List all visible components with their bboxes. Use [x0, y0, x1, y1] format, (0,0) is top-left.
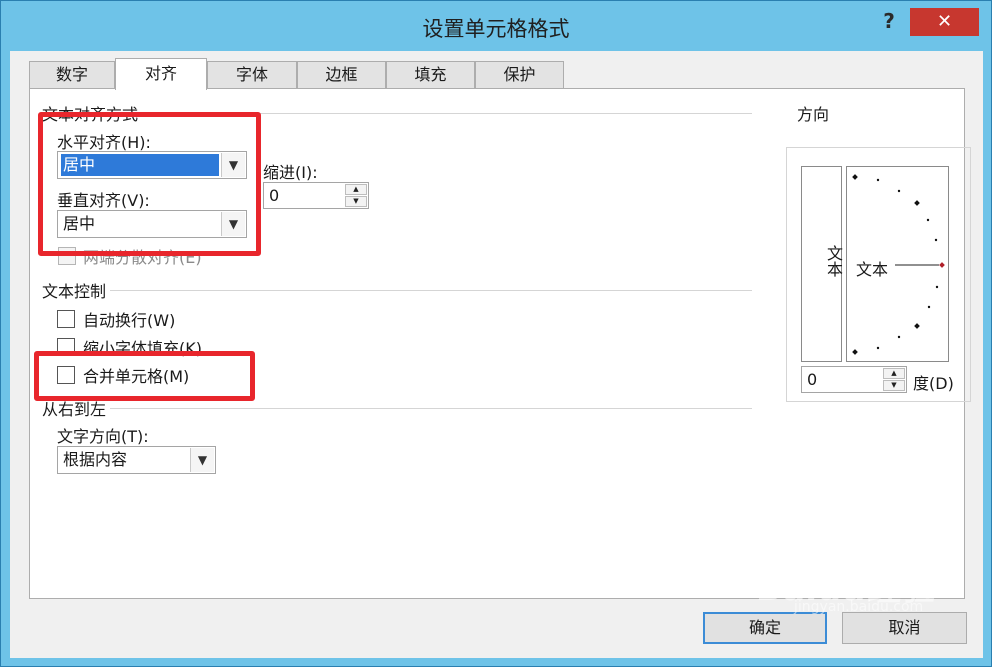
tab-number[interactable]: 数字: [29, 61, 115, 88]
spin-down-icon[interactable]: ▼: [345, 196, 367, 207]
tab-border[interactable]: 边框: [297, 61, 386, 88]
title-bar[interactable]: 设置单元格格式 ? ✕: [1, 1, 991, 53]
ok-button[interactable]: 确定: [703, 612, 827, 644]
wrap-text-label: 自动换行(W): [83, 311, 176, 330]
dial-minor-tick: [876, 178, 880, 182]
dial-major-tick: [914, 200, 920, 206]
dial-minor-tick: [897, 335, 901, 339]
dial-major-tick: [914, 323, 920, 329]
orientation-group-label: 方向: [794, 101, 833, 125]
degree-label: 度(D): [913, 374, 954, 393]
tab-fill[interactable]: 填充: [386, 61, 475, 88]
tab-font[interactable]: 字体: [207, 61, 297, 88]
dial-pointer-handle: [939, 262, 945, 268]
dial-minor-tick: [927, 305, 931, 309]
indent-stepper[interactable]: 0 ▲ ▼: [263, 182, 369, 209]
text-direction-label: 文字方向(T):: [57, 427, 149, 446]
dial-minor-tick: [897, 189, 901, 193]
spin-down-icon[interactable]: ▼: [883, 380, 905, 391]
cancel-button[interactable]: 取消: [842, 612, 967, 644]
dial-major-tick: [852, 174, 858, 180]
indent-value: 0: [269, 186, 280, 205]
group-divider: [42, 408, 752, 409]
text-direction-value: 根据内容: [63, 450, 128, 469]
text-direction-select[interactable]: 根据内容 ▼: [57, 446, 216, 474]
highlight-box-alignment: [38, 112, 261, 256]
dial-minor-tick: [926, 218, 930, 222]
dialog-window: 设置单元格格式 ? ✕ 数字 对齐 字体 边框 填充 保护 文本对齐方式 水平对…: [0, 0, 992, 667]
vertical-text-toggle[interactable]: 文本: [801, 166, 843, 362]
text-control-group-label: 文本控制: [42, 278, 111, 302]
tab-protection[interactable]: 保护: [475, 61, 564, 88]
dial-minor-tick: [934, 238, 938, 242]
dialog-title: 设置单元格格式: [422, 17, 570, 41]
highlight-box-merge-cells: [34, 351, 255, 401]
dial-minor-tick: [876, 346, 880, 350]
group-divider: [42, 290, 752, 291]
close-button[interactable]: ✕: [910, 8, 979, 36]
dial-major-tick: [852, 349, 858, 355]
watermark-url: jingyan.baidu.com: [794, 599, 924, 615]
degree-value: 0: [807, 370, 818, 389]
dial-minor-tick: [935, 285, 939, 289]
wrap-text-checkbox[interactable]: [57, 310, 75, 328]
orientation-dial[interactable]: 文本: [846, 166, 949, 362]
tab-alignment[interactable]: 对齐: [115, 58, 207, 90]
indent-label: 缩进(I):: [263, 163, 318, 182]
help-button[interactable]: ?: [877, 9, 901, 37]
chevron-down-icon[interactable]: ▼: [190, 448, 214, 472]
spin-up-icon[interactable]: ▲: [345, 184, 367, 195]
dial-text-label: 文本: [856, 260, 889, 279]
spin-up-icon[interactable]: ▲: [883, 368, 905, 379]
vertical-text-label: 文本: [824, 245, 843, 277]
degree-stepper[interactable]: 0 ▲ ▼: [801, 366, 907, 393]
